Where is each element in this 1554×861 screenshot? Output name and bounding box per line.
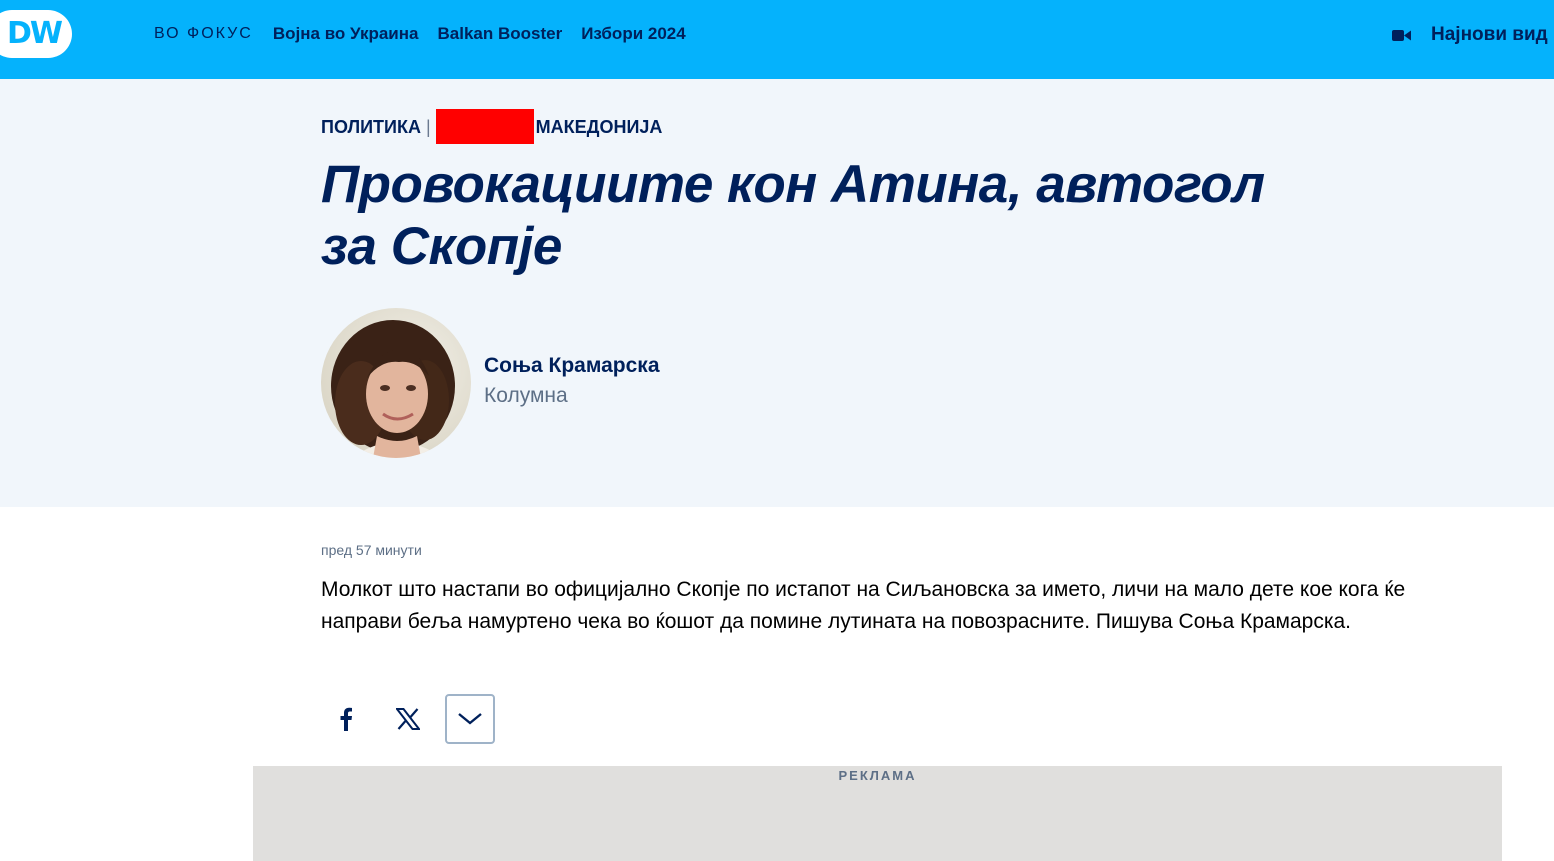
article-lead: Молкот што настапи во официјално Скопје …	[321, 578, 1406, 633]
latest-videos-label: Најнови вид	[1431, 24, 1548, 45]
author-role: Колумна	[484, 384, 568, 407]
nav-link-elections-2024[interactable]: Избори 2024	[581, 24, 686, 44]
article-headline: Провокациите кон Атина, автогол за Скопј…	[321, 155, 1265, 276]
latest-videos-link[interactable]: Најнови вид	[1392, 24, 1548, 46]
kicker-separator: |	[425, 116, 431, 137]
published-time: пред 57 минути	[321, 542, 422, 558]
redaction-block	[435, 108, 534, 144]
dw-logo-text: DW	[7, 16, 63, 51]
kicker-category[interactable]: ПОЛИТИКА	[321, 117, 421, 138]
advertisement-label: РЕКЛАМА	[838, 768, 917, 783]
article-hero	[0, 79, 1554, 507]
nav-link-war-in-ukraine[interactable]: Војна во Украина	[273, 24, 419, 44]
dw-logo[interactable]: DW	[0, 10, 72, 58]
nav-focus-label: ВО ФОКУС	[154, 25, 253, 42]
share-more-button[interactable]	[445, 694, 495, 744]
share-x-button[interactable]	[383, 694, 433, 744]
kicker-region[interactable]: МАКЕДОНИЈА	[536, 117, 663, 138]
main-nav: ВО ФОКУС Војна во Украина Balkan Booster…	[154, 23, 705, 45]
author-portrait	[321, 308, 471, 458]
top-navigation-bar: DW ВО ФОКУС Војна во Украина Balkan Boos…	[0, 0, 1554, 79]
share-facebook-button[interactable]	[321, 694, 371, 744]
advertisement-slot: РЕКЛАМА	[253, 766, 1502, 861]
author-avatar[interactable]	[321, 308, 471, 458]
video-camera-icon	[1392, 29, 1411, 41]
chevron-down-icon	[458, 713, 482, 725]
nav-link-balkan-booster[interactable]: Balkan Booster	[437, 24, 562, 44]
share-bar	[321, 694, 495, 744]
facebook-icon	[340, 707, 352, 731]
x-icon	[396, 708, 420, 730]
author-name[interactable]: Соња Крамарска	[484, 354, 660, 378]
article-kicker: ПОЛИТИКА | МАКЕДОНИЈА	[321, 108, 663, 144]
